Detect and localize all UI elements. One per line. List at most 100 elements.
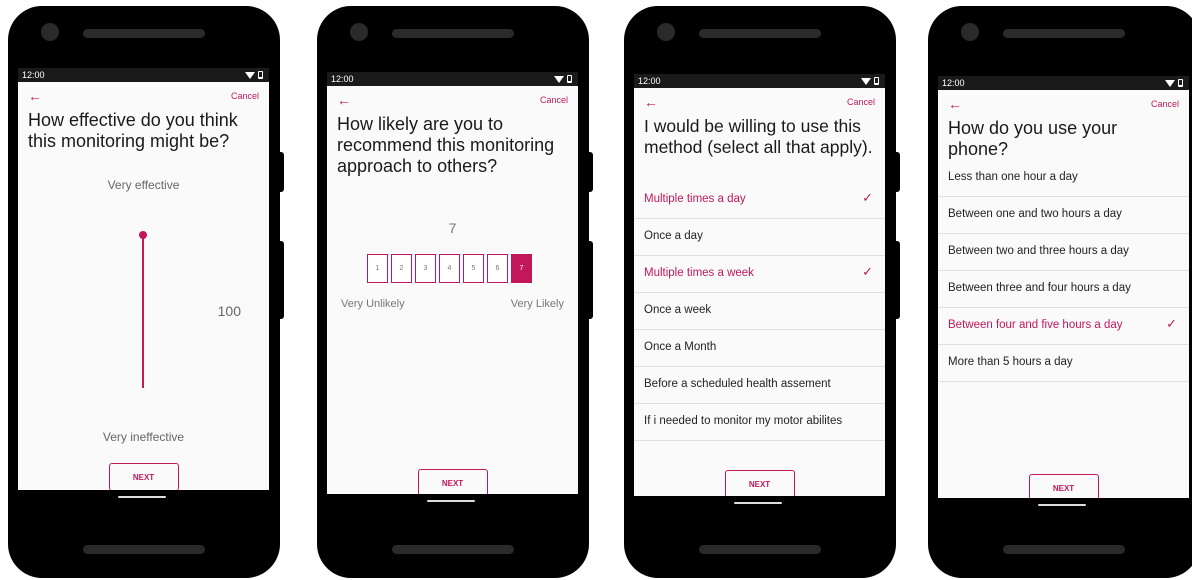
battery-icon [258, 71, 263, 79]
phone-frame-1: 12:00 ← Cancel How effective do you thin… [8, 6, 284, 578]
option-item[interactable]: Between one and two hours a day [938, 197, 1189, 234]
option-item[interactable]: Once a day [634, 219, 885, 256]
next-button[interactable]: NEXT [724, 470, 795, 498]
battery-icon [1178, 79, 1183, 87]
option-label: Between one and two hours a day [948, 208, 1122, 220]
option-label: If i needed to monitor my motor abilites [644, 415, 843, 427]
status-time: 12:00 [638, 76, 661, 86]
option-label: Once a week [644, 304, 712, 316]
scale-option[interactable]: 7 [511, 254, 532, 283]
bottom-speaker [83, 545, 205, 554]
option-label: Between four and five hours a day [948, 319, 1123, 331]
slider-top-label: Very effective [107, 178, 180, 192]
cancel-button[interactable]: Cancel [847, 97, 875, 107]
option-item[interactable]: Before a scheduled health assement [634, 367, 885, 404]
status-bar: 12:00 [634, 74, 885, 88]
next-button[interactable]: NEXT [108, 463, 179, 491]
phone-frame-2: 12:00 ← Cancel How likely are you to rec… [317, 6, 593, 578]
options-list: Multiple times a day ✓ Once a day Multiple … [634, 182, 885, 450]
scale-high-label: Very Likely [510, 298, 564, 310]
question-title: I would be willing to use this method (s… [644, 116, 873, 157]
scale-option[interactable]: 2 [391, 254, 412, 283]
scale-option[interactable]: 5 [463, 254, 484, 283]
question-title: How likely are you to recommend this mon… [337, 114, 555, 176]
volume-button [588, 241, 593, 319]
top-bar: ← Cancel [18, 82, 269, 110]
status-bar: 12:00 [18, 68, 269, 82]
option-item[interactable]: Between two and three hours a day [938, 234, 1189, 271]
power-button [279, 152, 284, 192]
camera-icon [350, 23, 368, 41]
check-icon: ✓ [862, 190, 873, 205]
back-arrow-icon[interactable]: ← [644, 95, 658, 109]
volume-button [895, 241, 900, 319]
question-title: How do you use your phone? [948, 118, 1118, 159]
bottom-speaker [392, 545, 514, 554]
back-arrow-icon[interactable]: ← [337, 93, 351, 107]
speaker-grille [699, 29, 821, 38]
cancel-button[interactable]: Cancel [231, 91, 259, 101]
option-item[interactable]: Between four and five hours a day ✓ [938, 308, 1189, 345]
wifi-icon [245, 71, 255, 79]
phone-frame-3: 12:00 ← Cancel I would be willing to use… [624, 6, 900, 578]
scale-option[interactable]: 3 [415, 254, 436, 283]
status-time: 12:00 [22, 70, 45, 80]
status-bar: 12:00 [327, 72, 578, 86]
slider-track[interactable] [142, 235, 144, 388]
selected-value: 7 [448, 220, 457, 236]
option-item[interactable]: Between three and four hours a day [938, 271, 1189, 308]
check-icon: ✓ [862, 264, 873, 279]
camera-icon [961, 23, 979, 41]
top-bar: ← Cancel [634, 88, 885, 116]
screen-phone-usage: 12:00 ← Cancel How do you use your phone… [938, 76, 1189, 518]
next-button[interactable]: NEXT [417, 469, 488, 497]
slider-thumb[interactable] [139, 231, 147, 239]
scale-option[interactable]: 4 [439, 254, 460, 283]
option-label: Multiple times a week [644, 267, 754, 279]
battery-icon [567, 75, 572, 83]
option-label: Before a scheduled health assement [644, 378, 831, 390]
volume-button [279, 241, 284, 319]
scale-option[interactable]: 6 [487, 254, 508, 283]
rating-scale: 1234567 [367, 254, 532, 283]
speaker-grille [392, 29, 514, 38]
options-list: Less than one hour a day Between one and … [938, 160, 1189, 390]
option-item[interactable]: If i needed to monitor my motor abilites [634, 404, 885, 441]
option-item[interactable]: More than 5 hours a day [938, 345, 1189, 382]
option-item[interactable]: Multiple times a week ✓ [634, 256, 885, 293]
option-item[interactable]: Less than one hour a day [938, 160, 1189, 197]
phone-frame-4: 12:00 ← Cancel How do you use your phone… [928, 6, 1192, 578]
home-indicator [634, 496, 885, 516]
slider-bottom-label: Very ineffective [102, 430, 185, 444]
battery-icon [874, 77, 879, 85]
option-item[interactable]: Multiple times a day ✓ [634, 182, 885, 219]
question-title: How effective do you think this monitori… [28, 110, 238, 151]
back-arrow-icon[interactable]: ← [948, 97, 962, 111]
option-label: More than 5 hours a day [948, 356, 1073, 368]
wifi-icon [1165, 79, 1175, 87]
back-arrow-icon[interactable]: ← [28, 89, 42, 103]
power-button [588, 152, 593, 192]
wifi-icon [861, 77, 871, 85]
cancel-button[interactable]: Cancel [1151, 99, 1179, 109]
home-indicator [18, 490, 269, 510]
option-label: Once a Month [644, 341, 717, 353]
option-label: Once a day [644, 230, 703, 242]
top-bar: ← Cancel [327, 86, 578, 114]
option-item[interactable]: Once a week [634, 293, 885, 330]
bottom-speaker [1003, 545, 1125, 554]
home-indicator [938, 498, 1189, 518]
wifi-icon [554, 75, 564, 83]
option-label: Between two and three hours a day [948, 245, 1129, 257]
status-bar: 12:00 [938, 76, 1189, 90]
status-time: 12:00 [331, 74, 354, 84]
scale-option[interactable]: 1 [367, 254, 388, 283]
scale-low-label: Very Unlikely [341, 298, 405, 310]
slider-value: 100 [217, 303, 241, 319]
cancel-button[interactable]: Cancel [540, 95, 568, 105]
bottom-speaker [699, 545, 821, 554]
status-time: 12:00 [942, 78, 965, 88]
home-indicator [327, 494, 578, 514]
option-label: Between three and four hours a day [948, 282, 1131, 294]
option-item[interactable]: Once a Month [634, 330, 885, 367]
